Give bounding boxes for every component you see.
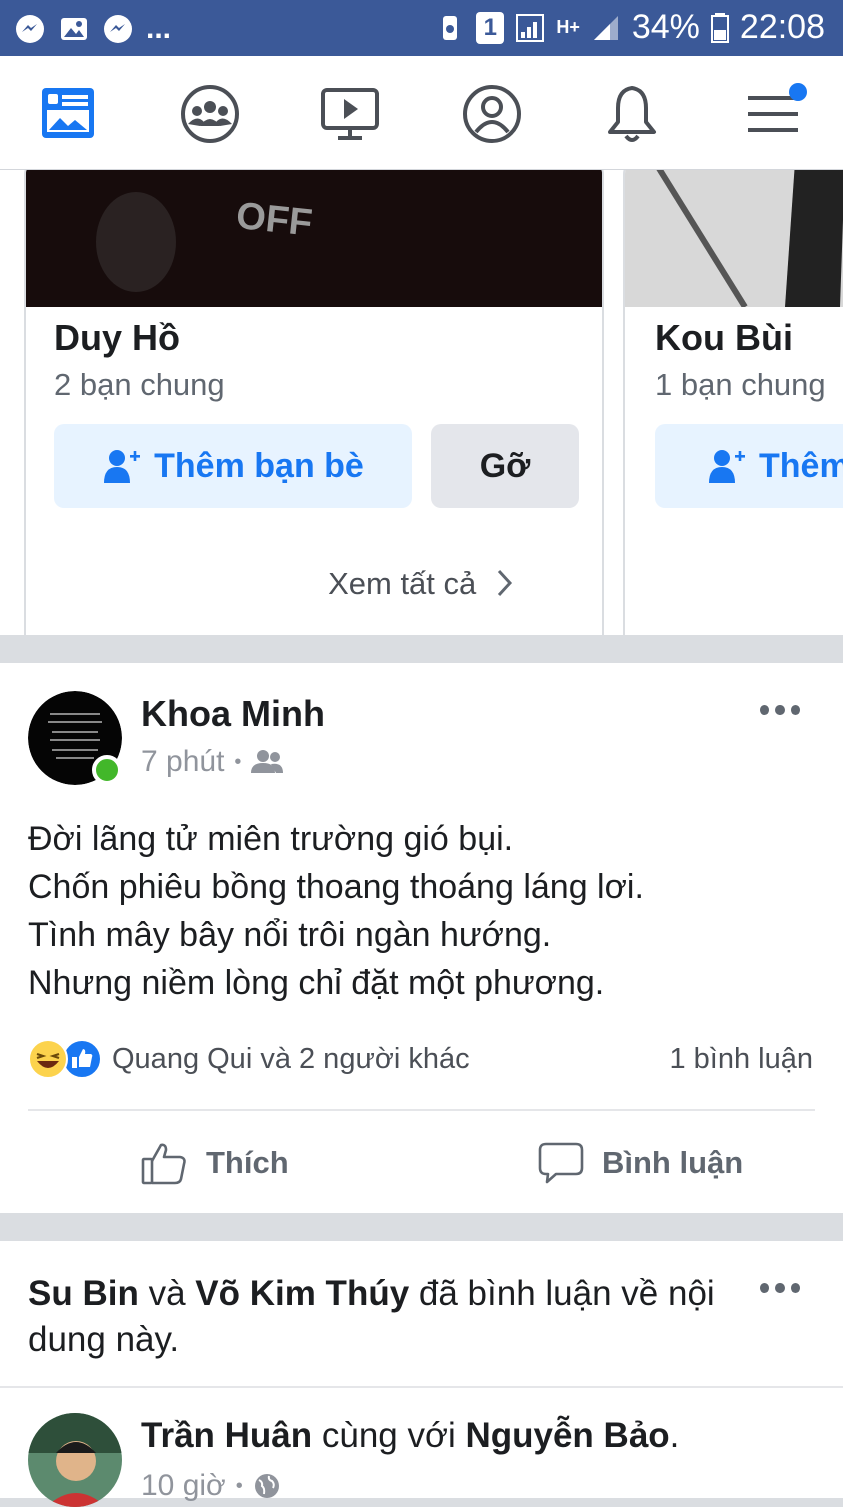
like-reaction-icon	[62, 1039, 102, 1079]
divider	[0, 1386, 843, 1388]
mutual-friends[interactable]: 2 bạn chung	[54, 367, 225, 403]
suggestion-photo-image	[625, 170, 843, 309]
divider	[28, 1109, 815, 1111]
news-feed-icon	[42, 88, 94, 138]
comment-label: Bình luận	[602, 1145, 744, 1180]
suggestion-photo-image: OFF	[26, 170, 602, 307]
add-friend-icon	[104, 450, 141, 483]
friends-privacy-icon	[251, 750, 284, 773]
post-author[interactable]: Khoa Minh	[141, 693, 325, 735]
comment-button[interactable]: Bình luận	[538, 1133, 743, 1193]
bell-icon	[608, 86, 656, 142]
tab-menu[interactable]	[742, 82, 807, 146]
add-friend-label: Thêm	[759, 446, 843, 485]
add-friend-button[interactable]: Thêm bạn bè	[54, 424, 412, 508]
suggestion-photo	[625, 170, 843, 309]
reactors-text: Quang Qui và 2 người khác	[112, 1042, 470, 1075]
post-line: Nhưng niềm lòng chỉ đặt một phương.	[28, 964, 605, 1002]
add-friend-button[interactable]: Thêm	[655, 424, 843, 508]
tab-groups[interactable]	[178, 82, 242, 146]
sim-slot: 1	[476, 11, 505, 44]
suggestion-name[interactable]: Duy Hồ	[54, 317, 180, 359]
avatar-image	[28, 1413, 122, 1507]
tagged-person[interactable]: Nguyễn Bảo	[465, 1416, 669, 1455]
messenger-icon	[104, 15, 132, 43]
author-avatar[interactable]	[28, 1413, 122, 1507]
add-friend-label: Thêm bạn bè	[154, 446, 364, 485]
comment-bubble-icon	[538, 1142, 584, 1184]
chevron-right-icon	[497, 569, 512, 597]
thumbs-up-icon	[141, 1143, 186, 1185]
like-label: Thích	[206, 1145, 289, 1180]
post-time[interactable]: 7 phút	[141, 745, 224, 779]
activity-conjunction: và	[148, 1274, 186, 1313]
post-options-icon[interactable]	[760, 1283, 800, 1297]
comment-count[interactable]: 1 bình luận	[669, 1043, 813, 1076]
more-notifications: ...	[146, 12, 172, 45]
tab-notifications[interactable]	[600, 82, 664, 146]
photo-text: OFF	[234, 195, 314, 245]
actor-name[interactable]: Su Bin	[28, 1274, 139, 1313]
suggestion-name[interactable]: Kou Bùi	[655, 317, 793, 359]
gallery-icon	[61, 18, 87, 40]
author-line-period: .	[669, 1416, 680, 1455]
signal-icon	[516, 13, 545, 42]
post-meta: 7 phút •	[141, 745, 284, 779]
post-line: Đời lãng tử miên trường gió bụi.	[28, 820, 514, 858]
tab-watch[interactable]	[318, 82, 382, 146]
activity-header: Su Bin và Võ Kim Thúy đã bình luận về nộ…	[28, 1271, 728, 1363]
post-author-line: Trần Huân cùng với Nguyễn Bảo.	[141, 1416, 679, 1456]
meta-separator: •	[235, 1474, 243, 1497]
messenger-icon	[16, 15, 44, 43]
battery-percent: 34%	[631, 8, 700, 46]
meta-separator: •	[234, 750, 242, 773]
online-indicator	[92, 755, 122, 785]
cell-signal-icon	[593, 15, 618, 40]
actor-name[interactable]: Võ Kim Thúy	[195, 1274, 409, 1313]
tab-news-feed[interactable]	[38, 82, 102, 146]
people-you-may-know: OFF Duy Hồ 2 bạn chung Thêm bạn bè Gỡ Ko…	[0, 170, 843, 635]
network-type: H+	[556, 17, 580, 37]
status-bar: ... 1 H+ 34% 22:08	[0, 0, 843, 56]
feed-post: Su Bin và Võ Kim Thúy đã bình luận về nộ…	[0, 1241, 843, 1507]
post-body: Đời lãng tử miên trường gió bụi. Chốn ph…	[28, 815, 644, 1007]
remove-button[interactable]: Gỡ	[431, 424, 579, 508]
with-text: cùng với	[321, 1416, 456, 1455]
add-friend-icon	[709, 450, 745, 483]
tab-profile[interactable]	[460, 82, 524, 146]
profile-icon	[463, 85, 521, 143]
see-all-link[interactable]: Xem tất cả	[0, 566, 843, 602]
suggestion-photo: OFF	[26, 170, 602, 307]
post-author[interactable]: Trần Huân	[141, 1416, 312, 1455]
haha-reaction-icon	[28, 1039, 68, 1079]
post-options-icon[interactable]	[760, 705, 800, 719]
groups-icon	[181, 85, 239, 143]
post-line: Chốn phiêu bồng thoang thoáng láng lơi.	[28, 868, 644, 906]
globe-icon	[254, 1474, 279, 1498]
navigation-bar	[0, 56, 843, 170]
watch-icon	[321, 88, 379, 140]
hamburger-menu-icon	[748, 83, 807, 132]
reactions-summary[interactable]: Quang Qui và 2 người khác	[28, 1039, 470, 1079]
mutual-friends[interactable]: 1 bạn chung	[655, 367, 826, 403]
clock: 22:08	[739, 8, 825, 46]
feed-post: Khoa Minh 7 phút • Đời lãng tử miên trườ…	[0, 663, 843, 1213]
see-all-label: Xem tất cả	[328, 566, 477, 601]
like-button[interactable]: Thích	[140, 1133, 289, 1193]
battery-icon	[710, 12, 729, 43]
battery-saver-icon	[443, 15, 458, 40]
post-line: Tình mây bây nổi trôi ngàn hướng.	[28, 916, 552, 954]
